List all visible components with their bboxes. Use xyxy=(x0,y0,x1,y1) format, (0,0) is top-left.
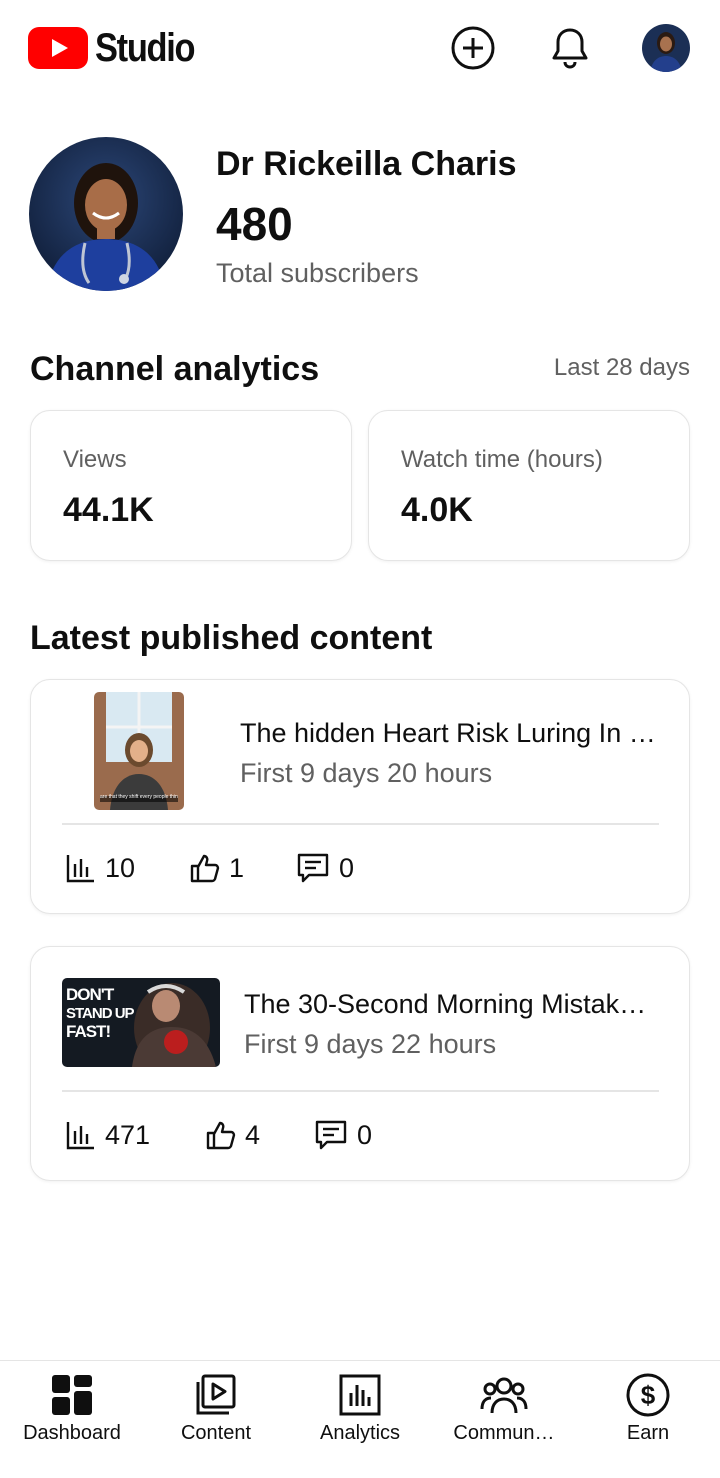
watch-time-label: Watch time (hours) xyxy=(401,446,603,473)
dashboard-icon xyxy=(48,1371,96,1419)
studio-logo-text: Studio xyxy=(95,25,196,70)
nav-community[interactable]: Commun… xyxy=(432,1361,576,1478)
notifications-button[interactable] xyxy=(546,24,594,72)
bell-icon xyxy=(552,28,588,69)
video-title-1[interactable]: The hidden Heart Risk Luring In … xyxy=(240,718,662,749)
thumbnail-text-line-2: STAND UP xyxy=(66,1005,135,1022)
likes-metric-2: 4 xyxy=(205,1119,260,1151)
earn-icon: $ xyxy=(624,1371,672,1419)
likes-count-1: 1 xyxy=(229,852,245,883)
comments-count-2: 0 xyxy=(357,1119,373,1150)
views-card[interactable]: Views 44.1K xyxy=(30,410,352,561)
content-icon xyxy=(192,1371,240,1419)
content-card-1[interactable]: are that they shift every people think T… xyxy=(30,679,690,914)
watch-time-value: 4.0K xyxy=(401,491,473,529)
channel-name: Dr Rickeilla Charis xyxy=(216,145,517,183)
nav-earn[interactable]: $ Earn xyxy=(576,1361,720,1478)
content-card-2[interactable]: DON'T STAND UP FAST! The 30-Second Morni… xyxy=(30,946,690,1181)
comments-count-1: 0 xyxy=(339,852,355,883)
likes-count-2: 4 xyxy=(245,1119,261,1150)
channel-avatar-image xyxy=(29,137,183,291)
thumbs-up-icon xyxy=(190,854,220,883)
nav-content-label: Content xyxy=(180,1422,252,1444)
community-icon xyxy=(480,1371,528,1419)
avatar-image xyxy=(642,24,690,72)
create-button[interactable] xyxy=(449,24,497,72)
views-label: Views xyxy=(63,446,127,473)
studio-logo[interactable]: Studio xyxy=(28,24,210,72)
views-metric-2: 471 xyxy=(65,1119,150,1151)
video-thumbnail-2[interactable]: DON'T STAND UP FAST! xyxy=(62,978,220,1067)
card-divider xyxy=(62,1090,659,1092)
thumbnail-image xyxy=(94,692,184,810)
top-app-bar: Studio xyxy=(0,0,720,96)
subscriber-label: Total subscribers xyxy=(216,258,419,288)
views-value: 44.1K xyxy=(63,491,154,529)
comments-metric-2: 0 xyxy=(313,1119,372,1151)
thumbnail-caption: are that they shift every people think xyxy=(100,794,178,800)
nav-analytics-label: Analytics xyxy=(319,1422,401,1444)
latest-content-title: Latest published content xyxy=(30,619,433,657)
bottom-navigation: Dashboard Content Analytics Commun… $ Ea… xyxy=(0,1360,720,1478)
youtube-play-logo-icon xyxy=(28,27,88,69)
account-avatar[interactable] xyxy=(642,24,690,72)
channel-avatar[interactable] xyxy=(29,137,183,291)
views-count-1: 10 xyxy=(105,852,136,883)
thumbnail-text-line-3: FAST! xyxy=(66,1022,111,1041)
bar-chart-icon xyxy=(66,855,94,883)
video-subtitle-2: First 9 days 22 hours xyxy=(244,1029,497,1059)
nav-dashboard[interactable]: Dashboard xyxy=(0,1361,144,1478)
nav-dashboard-label: Dashboard xyxy=(23,1422,121,1444)
nav-community-label: Commun… xyxy=(453,1422,555,1444)
analytics-range: Last 28 days xyxy=(553,354,690,381)
nav-analytics[interactable]: Analytics xyxy=(288,1361,432,1478)
thumbnail-text-line-1: DON'T xyxy=(66,985,114,1004)
comment-icon xyxy=(297,853,329,883)
video-subtitle-1: First 9 days 20 hours xyxy=(240,758,493,788)
bar-chart-icon xyxy=(66,1122,94,1150)
likes-metric-1: 1 xyxy=(189,852,244,884)
create-plus-icon xyxy=(451,26,495,70)
card-divider xyxy=(62,823,659,825)
svg-text:$: $ xyxy=(641,1380,656,1410)
views-count-2: 471 xyxy=(105,1119,151,1150)
video-title-2[interactable]: The 30-Second Morning Mistak… xyxy=(244,989,662,1020)
watch-time-card[interactable]: Watch time (hours) 4.0K xyxy=(368,410,690,561)
channel-analytics-title: Channel analytics xyxy=(30,350,320,388)
video-thumbnail-1[interactable]: are that they shift every people think xyxy=(94,692,184,810)
analytics-icon xyxy=(336,1371,384,1419)
views-metric-1: 10 xyxy=(65,852,135,884)
comment-icon xyxy=(315,1120,347,1150)
comments-metric-1: 0 xyxy=(295,852,354,884)
thumbs-up-icon xyxy=(206,1121,236,1150)
subscriber-count: 480 xyxy=(216,198,293,250)
nav-content[interactable]: Content xyxy=(144,1361,288,1478)
nav-earn-label: Earn xyxy=(626,1422,670,1444)
